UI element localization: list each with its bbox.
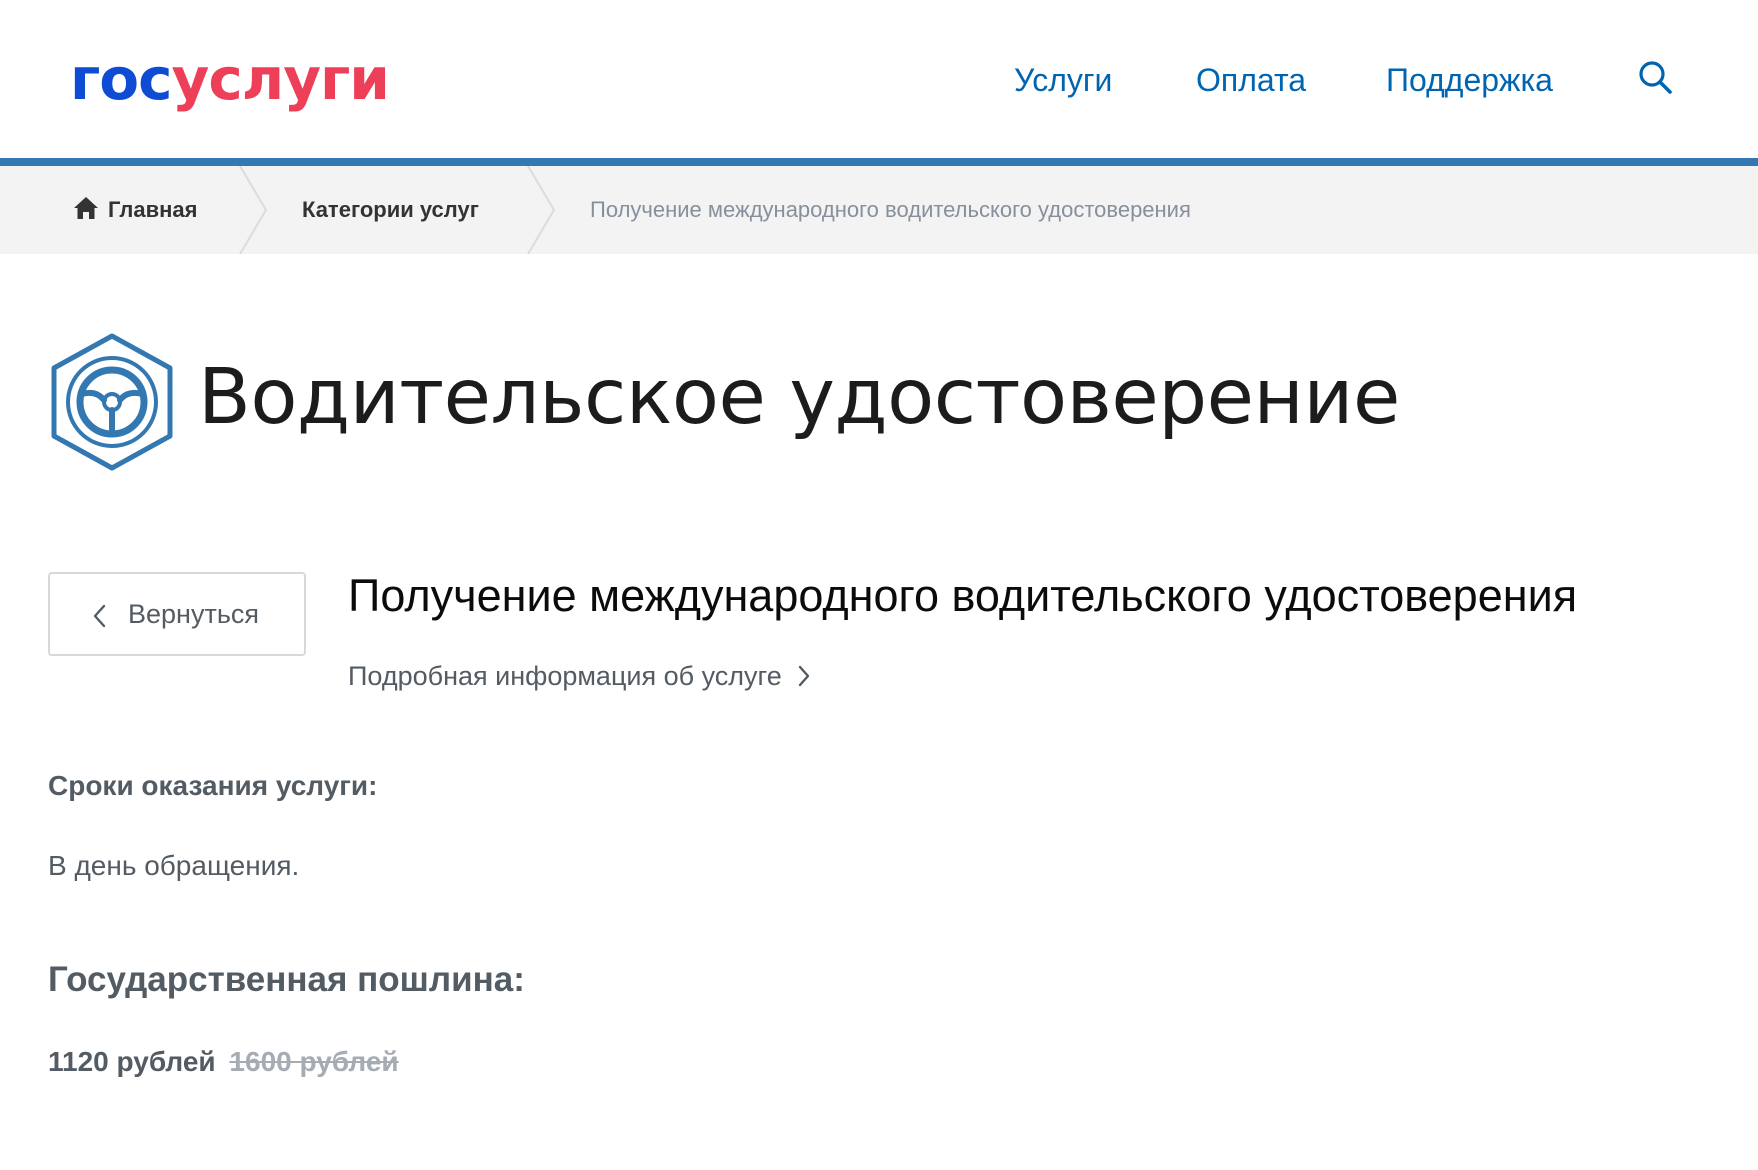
nav-support-link[interactable]: Поддержка	[1386, 58, 1553, 102]
search-button[interactable]	[1636, 58, 1676, 98]
nav-services-link[interactable]: Услуги	[1014, 58, 1112, 102]
service-title: Получение международного водительского у…	[348, 570, 1578, 621]
steering-wheel-icon	[51, 333, 173, 471]
header-accent-line	[0, 158, 1758, 166]
breadcrumb-home-label: Главная	[108, 197, 198, 222]
site-header: госуслуги Услуги Оплата Поддержка	[0, 0, 1758, 158]
service-terms-label: Сроки оказания услуги:	[48, 770, 378, 801]
service-info-label: Подробная информация об услуге	[348, 661, 782, 691]
chevron-right-icon	[798, 665, 810, 687]
page-title: Водительское удостоверение	[198, 353, 1400, 442]
breadcrumb-separator-icon	[527, 166, 556, 254]
breadcrumb-current: Получение международного водительского у…	[590, 197, 1191, 222]
breadcrumb-separator-icon	[239, 166, 268, 254]
back-button-label: Вернуться	[128, 599, 260, 629]
state-fee-value: 1120 рублей 1600 рублей	[48, 1042, 399, 1082]
service-terms-value: В день обращения.	[48, 850, 300, 881]
service-info-link[interactable]: Подробная информация об услуге	[348, 656, 812, 696]
state-fee-label: Государственная пошлина:	[48, 960, 525, 999]
chevron-left-icon	[93, 604, 106, 628]
nav-payment-link[interactable]: Оплата	[1196, 58, 1306, 102]
fee-original: 1600 рублей	[229, 1046, 399, 1077]
search-icon	[1639, 61, 1672, 94]
breadcrumb-home[interactable]: Главная	[72, 166, 197, 254]
logo-part-gos: гос	[70, 45, 173, 113]
gosuslugi-logo[interactable]: госуслуги	[70, 44, 390, 114]
fee-discounted: 1120 рублей	[48, 1046, 216, 1077]
breadcrumb: Главная Категории услуг Получение междун…	[0, 166, 1758, 254]
home-icon	[74, 197, 98, 219]
breadcrumb-categories[interactable]: Категории услуг	[302, 166, 479, 254]
logo-part-uslugi: услуги	[171, 45, 390, 113]
back-button[interactable]: Вернуться	[48, 572, 306, 656]
